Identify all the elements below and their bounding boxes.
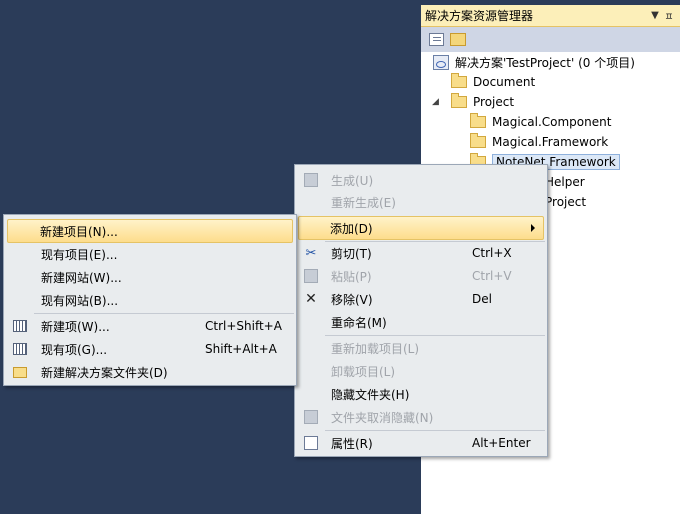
menu-item-remove[interactable]: ✕ 移除(V) Del (297, 288, 545, 310)
menu-item-label: 现有项(G)... (41, 342, 108, 357)
menu-item-paste[interactable]: 粘贴(P) Ctrl+V (297, 265, 545, 287)
properties-icon[interactable] (429, 33, 444, 46)
folder-open-icon (451, 93, 467, 108)
menu-item-label: 新建项目(N)... (40, 224, 118, 239)
tree-item-label: Magical.Framework (492, 135, 609, 149)
show-all-files-icon[interactable] (450, 33, 466, 46)
menu-item-rename[interactable]: 重命名(M) (297, 311, 545, 333)
menu-item-unload-project[interactable]: 卸载项目(L) (297, 360, 545, 382)
menu-item-label: 文件夹取消隐藏(N) (331, 410, 434, 425)
tree-item-magical-framework[interactable]: Magical.Framework (470, 133, 608, 151)
menu-item-new-website[interactable]: 新建网站(W)... (6, 266, 294, 288)
folder-icon (451, 73, 467, 88)
menu-item-shortcut: Alt+Enter (472, 436, 531, 450)
tree-item-project-child[interactable]: Project (545, 193, 586, 211)
add-submenu: 新建项目(N)... 现有项目(E)... 新建网站(W)... 现有网站(B)… (3, 214, 297, 386)
tree-item-magical-component[interactable]: Magical.Component (470, 113, 611, 131)
menu-item-cut[interactable]: ✂ 剪切(T) Ctrl+X (297, 242, 545, 264)
menu-item-label: 隐藏文件夹(H) (331, 387, 410, 402)
menu-item-label: 粘贴(P) (331, 269, 372, 284)
menu-item-label: 重新生成(E) (331, 195, 396, 210)
menu-item-label: 移除(V) (331, 292, 373, 307)
menu-item-shortcut: Ctrl+V (472, 269, 512, 283)
menu-item-label: 重命名(M) (331, 315, 387, 330)
existing-item-icon (13, 343, 27, 355)
build-icon (304, 173, 318, 187)
new-folder-icon (13, 366, 27, 378)
menu-item-shortcut: Ctrl+Shift+A (205, 319, 282, 333)
paste-icon (304, 269, 318, 283)
tree-item-label: Project (473, 95, 515, 109)
menu-item-label: 属性(R) (331, 436, 373, 451)
menu-item-existing-item[interactable]: 现有项(G)... Shift+Alt+A (6, 338, 294, 360)
solution-explorer-title: 解决方案资源管理器 (425, 9, 534, 23)
menu-item-hide-folder[interactable]: 隐藏文件夹(H) (297, 383, 545, 405)
menu-item-new-item[interactable]: 新建项(W)... Ctrl+Shift+A (6, 315, 294, 337)
menu-item-label: 现有网站(B)... (41, 293, 119, 308)
dropdown-icon[interactable]: ▼ (648, 10, 662, 21)
tree-item-label: Project (545, 195, 587, 209)
menu-item-label: 新建网站(W)... (41, 270, 122, 285)
pin-icon[interactable]: ㅍ (662, 8, 676, 23)
folder-icon (470, 113, 486, 128)
menu-item-rebuild[interactable]: 重新生成(E) (297, 191, 545, 213)
menu-item-new-project[interactable]: 新建项目(N)... (7, 219, 293, 243)
menu-item-properties[interactable]: 属性(R) Alt+Enter (297, 432, 545, 454)
menu-separator (325, 430, 545, 431)
menu-item-label: 现有项目(E)... (41, 247, 118, 262)
tree-item-label: Helper (545, 175, 585, 189)
menu-item-build[interactable]: 生成(U) (297, 169, 545, 191)
menu-item-label: 生成(U) (331, 173, 374, 188)
menu-item-label: 重新加载项目(L) (331, 341, 420, 356)
menu-item-label: 卸载项目(L) (331, 364, 396, 379)
tree-item-label: Document (473, 75, 536, 89)
menu-item-label: 新建项(W)... (41, 319, 110, 334)
solution-icon (433, 54, 449, 70)
menu-item-existing-project[interactable]: 现有项目(E)... (6, 243, 294, 265)
menu-item-unhide-folder[interactable]: 文件夹取消隐藏(N) (297, 406, 545, 428)
menu-item-existing-website[interactable]: 现有网站(B)... (6, 289, 294, 311)
menu-item-shortcut: Shift+Alt+A (205, 342, 277, 356)
menu-item-reload-project[interactable]: 重新加载项目(L) (297, 337, 545, 359)
tree-item-label: Magical.Component (492, 115, 612, 129)
tree-item-project[interactable]: Project (451, 93, 514, 111)
tree-item-document[interactable]: Document (451, 73, 535, 91)
context-menu: 生成(U) 重新生成(E) 添加(D) ✂ 剪切(T) Ctrl+X 粘贴(P)… (294, 164, 548, 457)
solution-explorer-toolbar (421, 27, 680, 52)
unhide-folder-icon (304, 410, 318, 424)
collapse-arrow-icon[interactable]: ◢ (432, 97, 439, 107)
menu-item-add[interactable]: 添加(D) (298, 216, 544, 240)
solution-explorer-title-bar: 解决方案资源管理器 ▼ ㅍ (421, 5, 680, 27)
tree-item-solution[interactable]: 解决方案'TestProject' (0 个项目) (433, 53, 635, 71)
tree-item-helper[interactable]: Helper (545, 173, 585, 191)
remove-x-icon: ✕ (305, 291, 317, 307)
submenu-arrow-icon (531, 224, 535, 232)
menu-item-shortcut: Ctrl+X (472, 246, 512, 260)
menu-separator (325, 335, 545, 336)
menu-item-label: 添加(D) (330, 221, 373, 236)
tree-item-label: 解决方案'TestProject' (0 个项目) (455, 55, 635, 70)
menu-separator (34, 313, 294, 314)
menu-item-new-solution-folder[interactable]: 新建解决方案文件夹(D) (6, 361, 294, 383)
new-item-icon (13, 320, 27, 332)
menu-item-label: 剪切(T) (331, 246, 372, 261)
folder-icon (470, 133, 486, 148)
scissors-icon: ✂ (305, 245, 317, 261)
properties-icon (304, 436, 318, 450)
menu-item-label: 新建解决方案文件夹(D) (41, 365, 168, 380)
menu-item-shortcut: Del (472, 292, 492, 306)
